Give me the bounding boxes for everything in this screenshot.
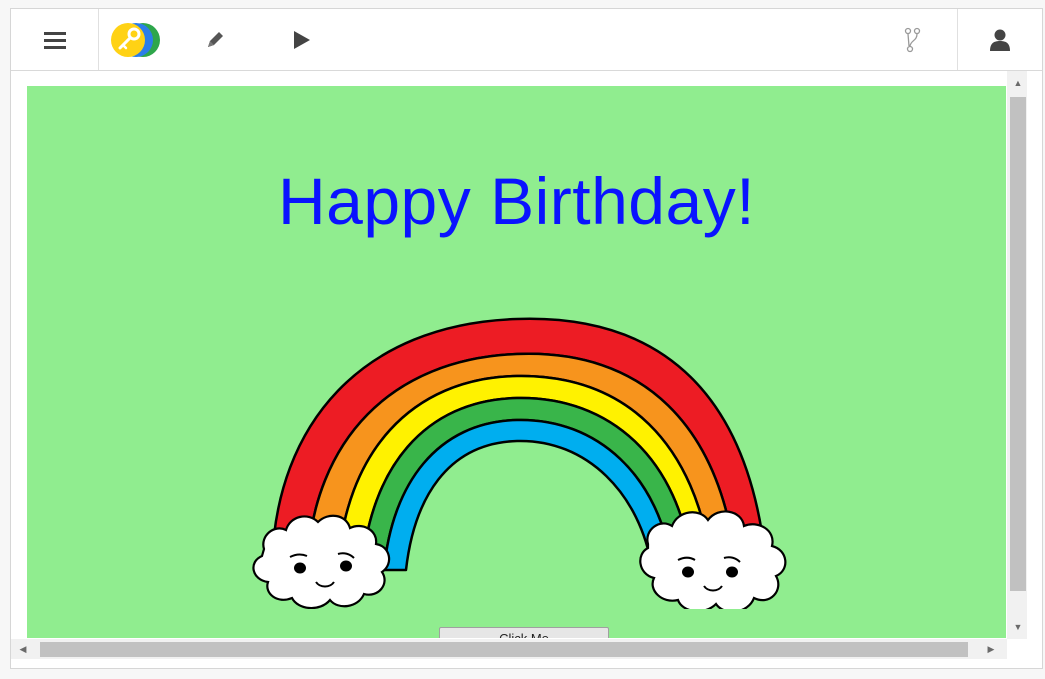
preview-viewport: Happy Birthday! [23,82,1006,638]
user-button[interactable] [957,9,1042,70]
horizontal-scrollbar[interactable]: ◀ ▶ [11,639,1007,659]
rainbow-illustration [252,317,787,609]
run-button[interactable] [283,9,319,70]
fork-button[interactable] [897,9,929,70]
menu-button[interactable] [11,9,99,70]
click-me-button[interactable]: Click Me [439,627,609,638]
scroll-down-arrow-icon[interactable]: ▼ [1010,619,1026,635]
vertical-scroll-thumb[interactable] [1010,97,1026,591]
play-icon [294,30,310,49]
scroll-up-arrow-icon[interactable]: ▲ [1010,75,1026,91]
vertical-scrollbar[interactable]: ▲ ▼ [1007,71,1027,639]
toolbar [11,9,1042,71]
app-logo[interactable] [107,9,167,70]
app-frame: Happy Birthday! ▲ ▼ ◀ ▶ [10,8,1043,669]
edit-button[interactable] [197,9,233,70]
horizontal-scroll-thumb[interactable] [40,642,968,657]
birthday-card: Happy Birthday! [27,86,1006,638]
hamburger-menu-icon [43,31,66,49]
card-title: Happy Birthday! [277,164,756,238]
right-cloud [639,510,787,609]
fork-icon [904,27,921,52]
scroll-right-arrow-icon[interactable]: ▶ [983,641,999,657]
scroll-left-arrow-icon[interactable]: ◀ [15,641,31,657]
key-logo-icon [111,22,160,57]
user-icon [990,29,1010,51]
left-cloud [252,514,391,609]
pencil-icon [208,31,223,47]
